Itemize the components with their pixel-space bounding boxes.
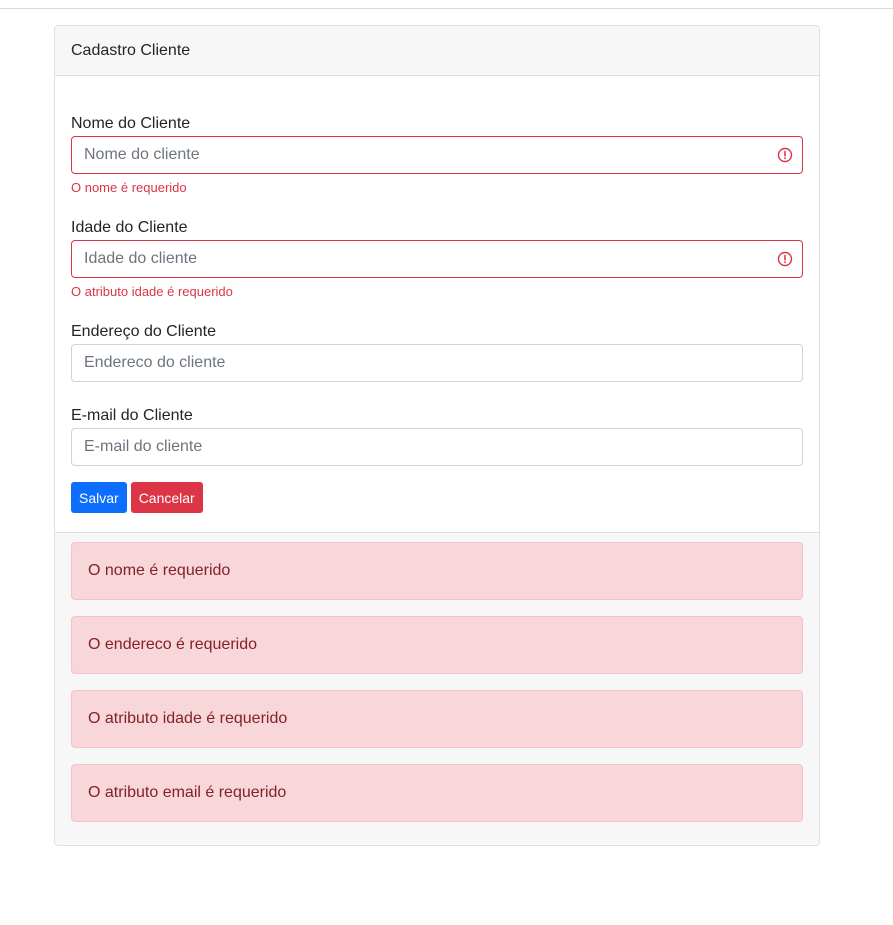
nome-input-wrap [71,136,803,174]
cadastro-card: Cadastro Cliente Nome do Cliente O nome … [54,25,820,846]
nome-group: Nome do Cliente O nome é requerido [71,114,803,196]
exclamation-circle-icon [777,147,793,163]
alert-danger: O endereco é requerido [71,616,803,674]
cancel-button[interactable]: Cancelar [130,482,203,513]
alert-danger: O atributo email é requerido [71,764,803,822]
card-body: Nome do Cliente O nome é requerido Idade… [55,76,819,529]
endereco-input[interactable] [71,344,803,382]
idade-group: Idade do Cliente O atributo idade é requ… [71,218,803,300]
idade-error: O atributo idade é requerido [71,284,233,299]
nome-error: O nome é requerido [71,180,187,195]
card-footer: O nome é requerido O endereco é requerid… [55,532,819,845]
email-input-wrap [71,428,803,466]
alert-danger: O nome é requerido [71,542,803,600]
nome-input[interactable] [71,136,803,174]
email-label: E-mail do Cliente [71,407,193,424]
idade-label: Idade do Cliente [71,219,188,236]
top-divider [0,8,893,9]
form-buttons: Salvar Cancelar [71,482,803,513]
save-button[interactable]: Salvar [71,482,127,513]
endereco-label: Endereço do Cliente [71,323,216,340]
alert-danger: O atributo idade é requerido [71,690,803,748]
nome-label: Nome do Cliente [71,115,191,132]
idade-input-wrap [71,240,803,278]
idade-input[interactable] [71,240,803,278]
endereco-input-wrap [71,344,803,382]
endereco-group: Endereço do Cliente [71,322,803,382]
email-group: E-mail do Cliente [71,406,803,466]
card-header: Cadastro Cliente [55,26,819,76]
email-input[interactable] [71,428,803,466]
exclamation-circle-icon [777,251,793,267]
card-title: Cadastro Cliente [71,41,191,59]
